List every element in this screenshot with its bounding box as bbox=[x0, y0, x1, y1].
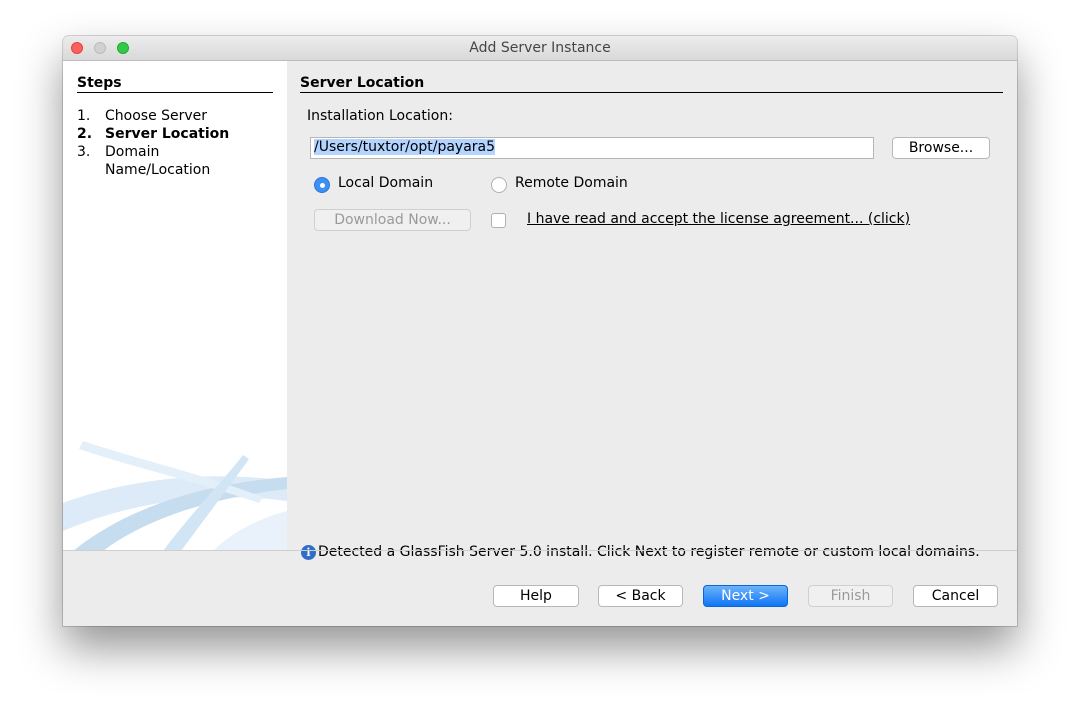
decorative-swoosh-icon bbox=[63, 441, 287, 550]
info-message: Detected a GlassFish Server 5.0 install.… bbox=[318, 544, 980, 560]
footer-separator bbox=[63, 550, 1017, 551]
back-button[interactable]: < Back bbox=[598, 585, 683, 607]
step-label: Choose Server bbox=[105, 108, 208, 124]
step-label: Domain Name/Location bbox=[105, 144, 211, 178]
finish-button[interactable]: Finish bbox=[808, 585, 893, 607]
license-checkbox[interactable] bbox=[491, 213, 506, 228]
title-bar: Add Server Instance bbox=[63, 36, 1017, 61]
installation-location-input[interactable]: /Users/tuxtor/opt/payara5 bbox=[310, 137, 874, 159]
add-server-dialog: Add Server Instance Steps 1. Choose Serve… bbox=[63, 36, 1017, 626]
step-server-location: 2. Server Location bbox=[77, 125, 265, 143]
steps-heading: Steps bbox=[77, 75, 273, 93]
installation-location-value: /Users/tuxtor/opt/payara5 bbox=[314, 139, 496, 155]
step-choose-server: 1. Choose Server bbox=[77, 107, 265, 125]
step-number: 1. bbox=[77, 108, 91, 124]
info-icon: i bbox=[301, 545, 316, 560]
browse-button[interactable]: Browse... bbox=[892, 137, 990, 159]
window-title: Add Server Instance bbox=[469, 40, 611, 56]
remote-domain-radio[interactable] bbox=[491, 177, 507, 193]
license-agreement-link[interactable]: I have read and accept the license agree… bbox=[527, 211, 910, 227]
local-domain-label: Local Domain bbox=[338, 175, 434, 191]
local-domain-radio[interactable] bbox=[314, 177, 330, 193]
step-number: 2. bbox=[77, 126, 93, 142]
cancel-button[interactable]: Cancel bbox=[913, 585, 998, 607]
installation-location-label: Installation Location: bbox=[307, 108, 453, 124]
server-location-panel: Server Location Installation Location: /… bbox=[287, 61, 1017, 560]
step-label: Server Location bbox=[105, 126, 230, 142]
section-title: Server Location bbox=[300, 75, 1003, 93]
next-button[interactable]: Next > bbox=[703, 585, 788, 607]
step-number: 3. bbox=[77, 144, 91, 160]
steps-panel: Steps 1. Choose Server 2. Server Location … bbox=[63, 61, 287, 550]
remote-domain-label: Remote Domain bbox=[515, 175, 628, 191]
step-domain-name-location: 3. Domain Name/Location bbox=[77, 143, 265, 179]
help-button[interactable]: Help bbox=[493, 585, 579, 607]
download-now-button[interactable]: Download Now... bbox=[314, 209, 471, 231]
